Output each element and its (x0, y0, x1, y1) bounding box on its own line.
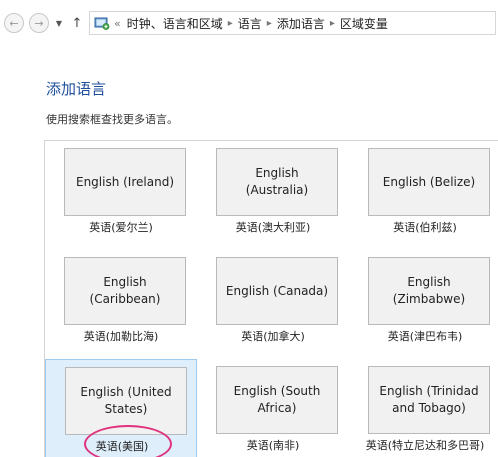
breadcrumb-regional-variants[interactable]: 区域变量 (340, 15, 388, 32)
forward-button[interactable]: → (29, 13, 49, 33)
instructions-text: 使用搜索框查找更多语言。 (46, 113, 178, 126)
language-tile-button[interactable]: English (Australia) (216, 148, 338, 216)
language-tile-en-ca[interactable]: English (Canada) 英语(加拿大) (197, 250, 349, 356)
language-name: English (United States) (80, 385, 172, 416)
language-name: English (South Africa) (233, 384, 321, 415)
language-tile-en-au[interactable]: English (Australia) 英语(澳大利亚) (197, 141, 349, 247)
arrow-right-icon: → (34, 16, 44, 30)
language-tile-button[interactable]: English (Belize) (368, 148, 490, 216)
language-tile-en-za[interactable]: English (South Africa) 英语(南非) (197, 359, 349, 457)
page-title: 添加语言 (46, 80, 107, 98)
language-name: English (Zimbabwe) (392, 275, 466, 306)
breadcrumb-clock-language-region[interactable]: 时钟、语言和区域 (127, 15, 223, 32)
language-tile-en-ie[interactable]: English (Ireland) 英语(爱尔兰) (45, 141, 197, 247)
language-tile-button[interactable]: English (Canada) (216, 257, 338, 325)
arrow-up-icon: ↑ (71, 15, 83, 31)
back-button[interactable]: ← (4, 13, 24, 33)
language-label: 英语(南非) (246, 439, 300, 452)
language-name: English (Australia) (245, 166, 309, 197)
up-button[interactable]: ↑ (71, 15, 83, 31)
breadcrumb-add-language[interactable]: 添加语言 (277, 15, 325, 32)
breadcrumb-separator-icon[interactable]: ▸ (228, 18, 233, 29)
language-tile-button[interactable]: English (Caribbean) (64, 257, 186, 325)
language-tile-button[interactable]: English (Ireland) (64, 148, 186, 216)
language-tile-button[interactable]: English (Trinidad and Tobago) (368, 366, 490, 434)
language-tile-button[interactable]: English (South Africa) (216, 366, 338, 434)
language-name: English (Caribbean) (89, 275, 161, 306)
control-panel-icon (94, 17, 110, 30)
address-bar[interactable]: « 时钟、语言和区域 ▸ 语言 ▸ 添加语言 ▸ 区域变量 (89, 11, 496, 35)
breadcrumb-separator-icon[interactable]: ▸ (267, 18, 272, 29)
language-label: 英语(特立尼达和多巴哥) (365, 439, 485, 452)
recent-locations-dropdown[interactable]: ▼ (55, 18, 63, 28)
language-name: English (Canada) (225, 283, 329, 298)
language-label: 英语(津巴布韦) (387, 330, 463, 343)
language-label: 英语(伯利兹) (393, 221, 457, 234)
language-list: English (Ireland) 英语(爱尔兰) English (Austr… (44, 140, 498, 457)
add-language-window: ← → ▼ ↑ « 时钟、语言和区域 ▸ 语言 ▸ 添加语言 ▸ 区域变量 添加… (0, 0, 498, 457)
language-tile-en-tt[interactable]: English (Trinidad and Tobago) 英语(特立尼达和多巴… (349, 359, 498, 457)
language-tile-en-029[interactable]: English (Caribbean) 英语(加勒比海) (45, 250, 197, 356)
language-label: 英语(加拿大) (241, 330, 305, 343)
language-label: 英语(加勒比海) (83, 330, 159, 343)
language-tile-button[interactable]: English (Zimbabwe) (368, 257, 490, 325)
language-name: English (Trinidad and Tobago) (379, 384, 479, 415)
language-label: 英语(澳大利亚) (235, 221, 311, 234)
chevron-down-icon: ▼ (55, 18, 63, 28)
breadcrumb-overflow[interactable]: « (114, 17, 121, 30)
navigation-bar: ← → ▼ ↑ « 时钟、语言和区域 ▸ 语言 ▸ 添加语言 ▸ 区域变量 (0, 8, 498, 38)
language-name: English (Ireland) (75, 174, 174, 189)
breadcrumb-language[interactable]: 语言 (238, 15, 262, 32)
language-name: English (Belize) (382, 174, 476, 189)
language-label: 英语(爱尔兰) (89, 221, 153, 234)
language-tile-en-zw[interactable]: English (Zimbabwe) 英语(津巴布韦) (349, 250, 498, 356)
language-tile-en-bz[interactable]: English (Belize) 英语(伯利兹) (349, 141, 498, 247)
breadcrumb-separator-icon[interactable]: ▸ (330, 18, 335, 29)
annotation-highlight-ring (84, 425, 172, 457)
arrow-left-icon: ← (9, 16, 19, 30)
